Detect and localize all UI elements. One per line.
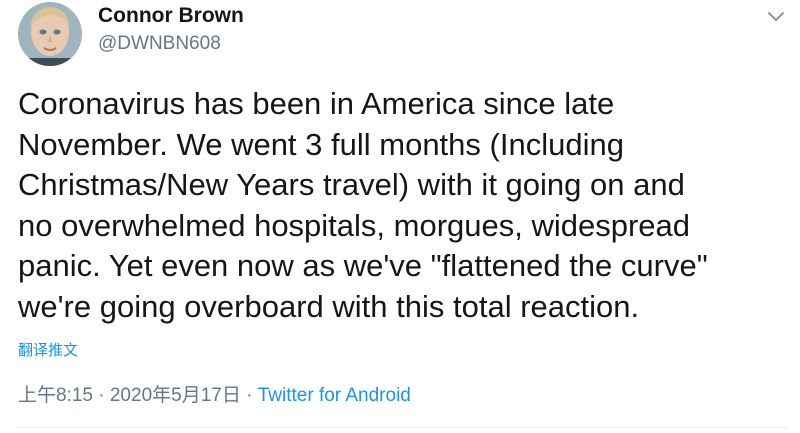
- chevron-down-icon[interactable]: [766, 10, 786, 24]
- tweet-text-line: no overwhelmed hospitals, morgues, wides…: [18, 207, 691, 243]
- tweet-text-line: panic. Yet even now as we've "flattened …: [18, 248, 708, 284]
- tweet-timestamp[interactable]: 上午8:15 · 2020年5月17日: [18, 385, 241, 406]
- tweet-card: Connor Brown @DWNBN608 Coronavirus has b…: [0, 0, 800, 433]
- tweet-text-line: Christmas/New Years travel) with it goin…: [18, 167, 685, 203]
- tweet-text: Coronavirus has been in America since la…: [18, 84, 788, 328]
- metadata-separator: ·: [240, 385, 258, 406]
- tweet-text-line: Coronavirus has been in America since la…: [18, 86, 615, 121]
- child-portrait-icon: [18, 2, 82, 66]
- avatar[interactable]: [18, 2, 82, 66]
- divider: [18, 427, 788, 428]
- tweet-source-link[interactable]: Twitter for Android: [258, 385, 411, 406]
- translate-tweet-link[interactable]: 翻译推文: [18, 339, 78, 360]
- display-name[interactable]: Connor Brown: [98, 4, 244, 28]
- tweet-metadata: 上午8:15 · 2020年5月17日 · Twitter for Androi…: [18, 380, 411, 407]
- tweet-text-line: November. We went 3 full months (Includi…: [18, 126, 624, 162]
- user-handle[interactable]: @DWNBN608: [98, 33, 221, 55]
- tweet-text-line: we're going overboard with this total re…: [18, 288, 640, 324]
